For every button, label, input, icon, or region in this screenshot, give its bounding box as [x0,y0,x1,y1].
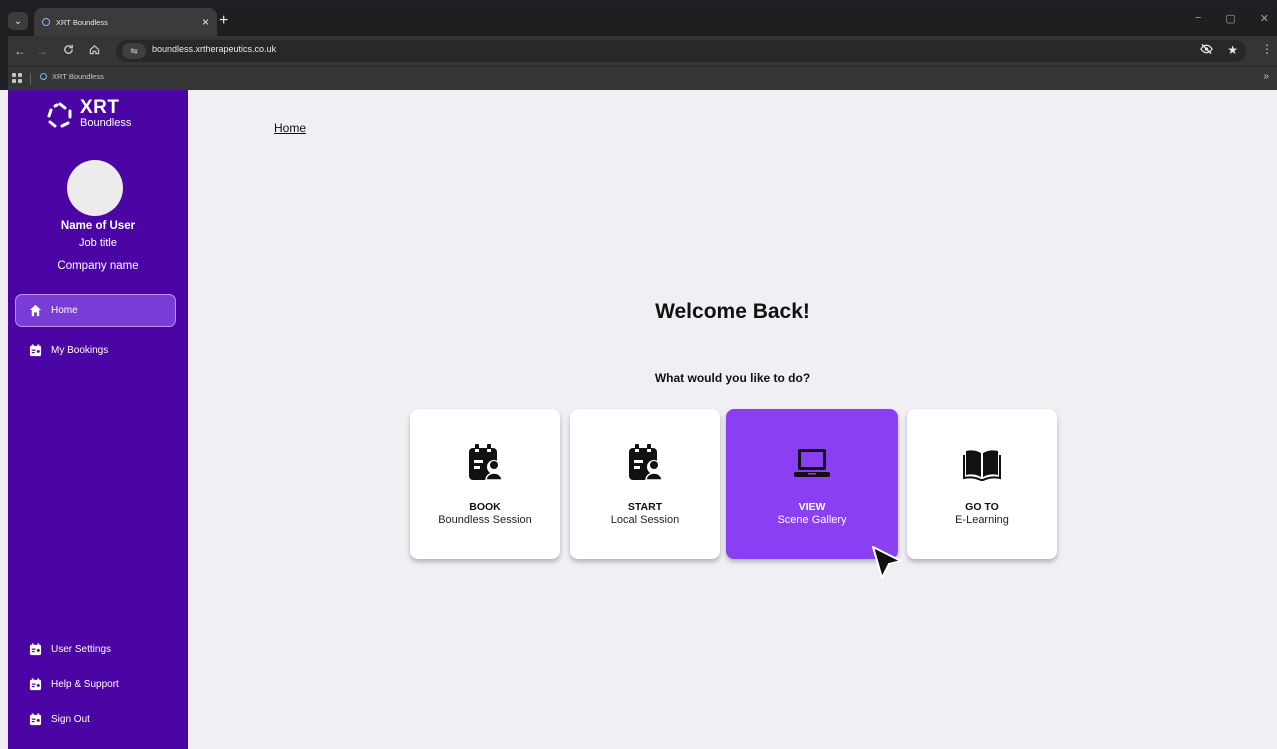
tab-list-button[interactable]: ⌄ [8,12,28,30]
new-tab-button[interactable]: + [219,12,228,30]
eye-off-icon[interactable] [1200,43,1213,58]
card-subtitle: E-Learning [955,514,1009,526]
sidebar-item-label: My Bookings [51,345,109,356]
sign-out-icon [29,713,42,726]
logo-title: XRT [80,97,120,118]
url-text[interactable]: boundless.xrtherapeutics.co.uk [152,44,276,54]
apps-icon[interactable] [12,73,22,83]
view-gallery-card[interactable]: VIEW Scene Gallery [726,409,898,559]
tab-favicon-icon [42,18,50,26]
back-icon[interactable]: ← [12,42,28,60]
browser-chrome: ⌄ XRT Boundless × + − ▢ ✕ ← → ⇋ boundles… [0,0,1277,90]
user-company: Company name [57,260,139,272]
user-job-title: Job title [79,237,117,249]
bookings-icon [29,344,42,357]
card-subtitle: Boundless Session [438,514,532,526]
sidebar: XRT Boundless Name of User Job title Com… [8,90,188,749]
sidebar-item-sign-out[interactable]: Sign Out [15,703,176,736]
sidebar-item-help-support[interactable]: Help & Support [15,668,176,701]
start-session-card[interactable]: START Local Session [570,409,720,559]
card-action: GO TO [965,501,999,513]
sidebar-item-label: Sign Out [51,714,90,725]
book-icon [963,450,1001,481]
bookmark-label: XRT Boundless [52,72,104,81]
star-icon[interactable]: ★ [1227,43,1238,58]
e-learning-card[interactable]: GO TO E-Learning [907,409,1057,559]
card-action: BOOK [469,501,501,513]
browser-tab[interactable]: XRT Boundless × [34,8,217,36]
home-icon[interactable] [86,42,102,60]
address-bar[interactable]: ⇋ boundless.xrtherapeutics.co.uk ★ [116,40,1246,62]
menu-icon[interactable]: ⋮ [1261,42,1273,56]
card-subtitle: Scene Gallery [777,514,847,526]
sidebar-item-user-settings[interactable]: User Settings [15,633,176,666]
page-subtitle: What would you like to do? [654,371,811,385]
reload-icon[interactable] [60,42,76,60]
bookmark-xrt-boundless[interactable]: XRT Boundless [40,72,104,81]
page-title: Welcome Back! [655,300,810,323]
logo-subtitle: Boundless [80,117,132,129]
breadcrumb[interactable]: Home [274,121,306,135]
card-action: VIEW [798,501,826,513]
sidebar-item-label: Help & Support [51,679,119,690]
sidebar-item-my-bookings[interactable]: My Bookings [15,334,176,367]
mouse-cursor-icon [872,546,902,579]
laptop-icon [794,449,830,477]
logo-mark-icon [47,102,72,128]
card-action: START [627,501,663,513]
avatar[interactable] [67,160,123,216]
browser-toolbar: ← → ⇋ boundless.xrtherapeutics.co.uk ★ ⋮ [8,36,1277,66]
sidebar-item-home[interactable]: Home [15,294,176,327]
user-name: Name of User [60,220,136,232]
logo[interactable]: XRT Boundless [46,98,156,132]
forward-icon[interactable]: → [34,42,50,60]
card-subtitle: Local Session [610,514,680,526]
settings-icon [29,643,42,656]
bookmark-favicon-icon [40,73,47,80]
calendar-user-icon [629,444,663,481]
site-info-icon[interactable]: ⇋ [122,43,146,59]
bookmarks-overflow-icon[interactable]: » [1263,71,1269,82]
bookmark-separator [30,73,31,85]
sidebar-item-label: User Settings [51,644,112,655]
book-session-card[interactable]: BOOK Boundless Session [410,409,560,559]
window-controls: − ▢ ✕ [1195,12,1269,25]
tab-title: XRT Boundless [56,17,108,27]
tab-close-icon[interactable]: × [202,16,209,28]
main-content: Home Welcome Back! What would you like t… [188,90,1277,749]
help-icon [29,678,42,691]
tab-bar: ⌄ XRT Boundless × + − ▢ ✕ [8,8,1277,36]
close-window-button[interactable]: ✕ [1260,12,1269,25]
restore-button[interactable]: ▢ [1225,12,1235,25]
minimize-button[interactable]: − [1195,12,1201,25]
calendar-user-icon [469,444,503,481]
bookmarks-bar: XRT Boundless » [8,66,1277,90]
home-icon [29,304,42,317]
sidebar-item-label: Home [51,305,78,316]
